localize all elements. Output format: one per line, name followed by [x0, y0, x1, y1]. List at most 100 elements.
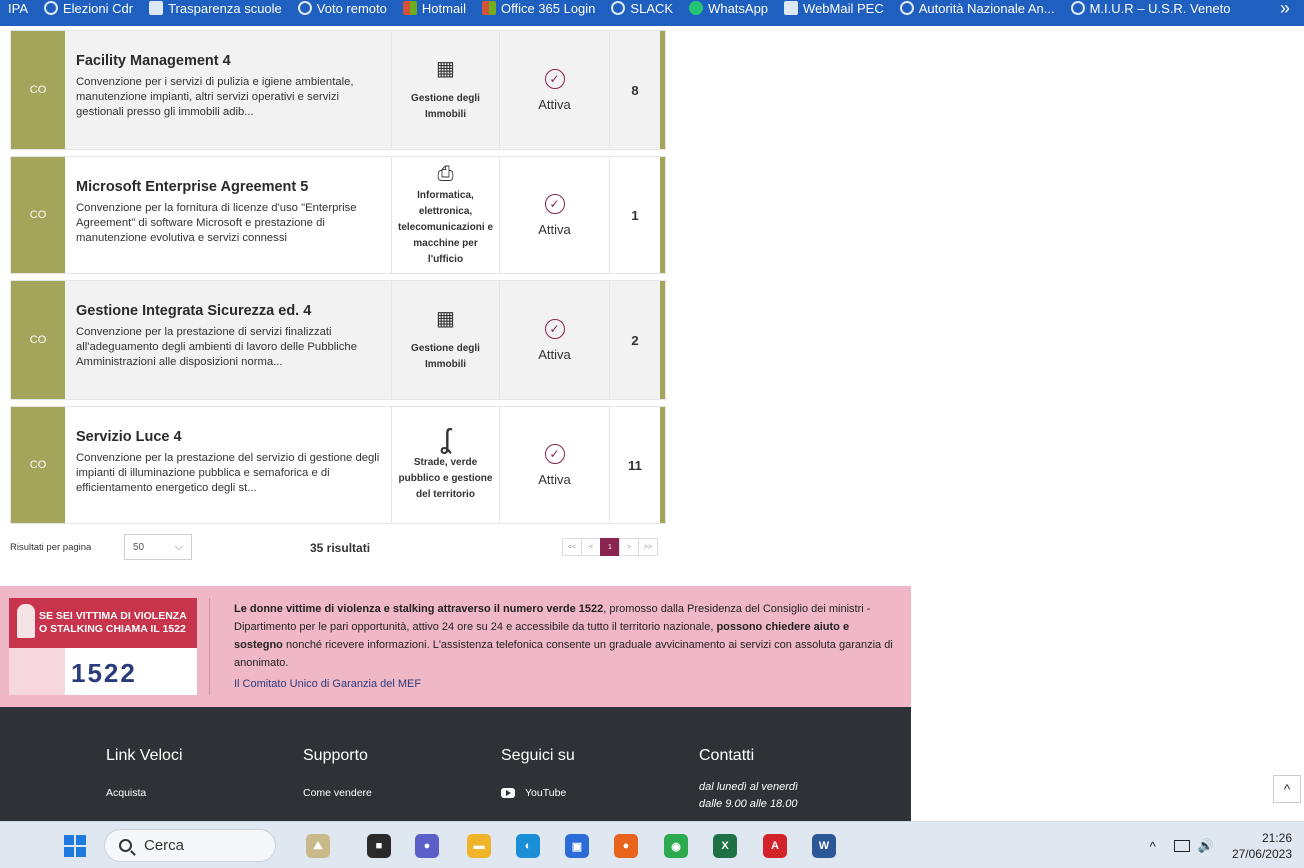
footer-col-contatti: Contatti dal lunedì al venerdì dalle 9.0… — [699, 747, 798, 813]
category-label: Gestione degli Immobili — [411, 93, 480, 120]
antiviolenza-banner: SE SEI VITTIMA DI VIOLENZA O STALKING CH… — [0, 586, 911, 707]
bookmark-office365[interactable]: Office 365 Login — [474, 0, 603, 21]
globe-icon — [1070, 1, 1085, 15]
poster-1522[interactable]: SE SEI VITTIMA DI VIOLENZA O STALKING CH… — [9, 598, 197, 695]
bookmark-webmail-pec[interactable]: WebMail PEC — [776, 0, 892, 21]
firefox-icon[interactable]: ● — [614, 834, 638, 858]
status-label: Attiva — [538, 346, 571, 362]
chrome-icon[interactable]: ◉ — [664, 834, 688, 858]
category-cell: ▦ Gestione degli Immobili — [391, 31, 499, 149]
bookmark-label: Voto remoto — [316, 0, 387, 16]
card-body: Facility Management 4 Convenzione per i … — [65, 31, 391, 149]
edge-icon[interactable]: ◐ — [516, 834, 540, 858]
next-page-button[interactable]: > — [619, 538, 639, 556]
start-button[interactable] — [64, 835, 86, 857]
taskbar-search[interactable]: Cerca — [104, 829, 276, 862]
store-icon[interactable]: ▣ — [565, 834, 589, 858]
network-icon[interactable] — [1173, 840, 1190, 852]
per-page-select[interactable]: 50 ⌵ — [124, 534, 192, 560]
card-body: Microsoft Enterprise Agreement 5 Convenz… — [65, 157, 391, 273]
bookmark-trasparenza[interactable]: Trasparenza scuole — [141, 0, 290, 21]
file-explorer-icon[interactable]: ▬ — [467, 834, 491, 858]
bookmark-label: Trasparenza scuole — [168, 0, 282, 16]
bookmark-label: WebMail PEC — [803, 0, 884, 16]
bookmark-elezioni[interactable]: Elezioni Cdr — [36, 0, 141, 21]
bookmark-miur[interactable]: M.I.U.R – U.S.R. Veneto — [1063, 0, 1239, 21]
bookmarks-more-button[interactable]: » — [1266, 0, 1304, 19]
bookmark-slack[interactable]: SLACK — [603, 0, 681, 21]
type-tag: CO — [11, 281, 65, 399]
word-icon[interactable]: W — [812, 834, 836, 858]
contact-hours-days: dal lunedì al venerdì — [699, 781, 799, 793]
chevron-down-icon: ⌵ — [174, 540, 183, 553]
bookmark-label: Hotmail — [421, 0, 466, 16]
acrobat-icon[interactable]: A — [763, 834, 787, 858]
clock-time: 21:26 — [1261, 831, 1292, 845]
per-page-value: 50 — [133, 541, 145, 553]
status-cell: ✓ Attiva — [499, 31, 609, 149]
category-cell: ʆ Strade, verde pubblico e gestione del … — [391, 407, 499, 523]
bookmark-anac[interactable]: Autorità Nazionale An... — [892, 0, 1063, 21]
card-title[interactable]: Servizio Luce 4 — [76, 429, 381, 445]
status-cell: ✓ Attiva — [499, 281, 609, 399]
card-description: Convenzione per la prestazione di serviz… — [76, 326, 357, 368]
search-icon — [119, 839, 132, 852]
footer-link-youtube[interactable]: YouTube — [501, 787, 575, 799]
convenzione-card[interactable]: CO Servizio Luce 4 Convenzione per la pr… — [10, 406, 666, 524]
cug-link[interactable]: Il Comitato Unico di Garanzia del MEF — [234, 678, 421, 690]
bookmark-voto-remoto[interactable]: Voto remoto — [290, 0, 395, 21]
mail-icon — [784, 1, 799, 15]
card-description: Convenzione per la fornitura di licenze … — [76, 202, 357, 244]
footer-link-come-vendere[interactable]: Come vendere — [303, 787, 372, 799]
card-title[interactable]: Microsoft Enterprise Agreement 5 — [76, 179, 381, 195]
convenzione-card[interactable]: CO Facility Management 4 Convenzione per… — [10, 30, 666, 150]
clock[interactable]: 21:26 27/06/2023 — [1232, 830, 1292, 862]
page-root: IPA Elezioni Cdr Trasparenza scuole Voto… — [0, 0, 1304, 868]
banner-divider — [209, 598, 210, 695]
bookmark-ipa[interactable]: IPA — [0, 0, 36, 21]
ms-icon — [402, 1, 417, 15]
status-label: Attiva — [538, 471, 571, 487]
bookmark-label: M.I.U.R – U.S.R. Veneto — [1089, 0, 1231, 16]
search-placeholder: Cerca — [144, 837, 185, 854]
category-label: Informatica, elettronica, telecomunicazi… — [397, 190, 494, 265]
bookmark-whatsapp[interactable]: WhatsApp — [681, 0, 776, 21]
taskview-icon[interactable]: ■ — [367, 834, 391, 858]
landscape-app-icon[interactable]: ⛰ — [306, 834, 330, 858]
card-title[interactable]: Facility Management 4 — [76, 53, 381, 69]
scroll-top-button[interactable]: ^ — [1273, 775, 1301, 803]
school-icon — [149, 1, 164, 15]
card-description: Convenzione per i servizi di pulizia e i… — [76, 76, 354, 118]
footer-heading: Link Veloci — [106, 747, 183, 764]
convenzione-card[interactable]: CO Microsoft Enterprise Agreement 5 Conv… — [10, 156, 666, 274]
excel-icon[interactable]: X — [713, 834, 737, 858]
card-title[interactable]: Gestione Integrata Sicurezza ed. 4 — [76, 303, 381, 319]
clock-date: 27/06/2023 — [1231, 847, 1292, 861]
youtube-label: YouTube — [525, 787, 567, 799]
footer-link-acquista[interactable]: Acquista — [106, 787, 183, 799]
convenzione-card[interactable]: CO Gestione Integrata Sicurezza ed. 4 Co… — [10, 280, 666, 400]
chat-icon[interactable]: ● — [415, 834, 439, 858]
page-button-current[interactable]: 1 — [600, 538, 620, 556]
last-page-button[interactable]: >> — [638, 538, 658, 556]
accent-bar — [660, 31, 665, 149]
prev-page-button[interactable]: < — [581, 538, 601, 556]
check-circle-icon: ✓ — [544, 318, 565, 339]
tray-overflow-icon[interactable]: ^ — [1150, 839, 1156, 854]
vote-icon — [44, 1, 58, 15]
volume-icon[interactable]: 🔊 — [1198, 838, 1214, 854]
globe-icon — [611, 1, 626, 15]
bookmark-hotmail[interactable]: Hotmail — [395, 0, 474, 21]
category-cell: ⎙ Informatica, elettronica, telecomunica… — [391, 157, 499, 273]
footer-heading: Supporto — [303, 747, 368, 764]
results-count: 35 risultati — [310, 541, 371, 555]
card-body: Servizio Luce 4 Convenzione per la prest… — [65, 407, 391, 523]
printer-icon: ⎙ — [437, 163, 454, 185]
footer-col-link-veloci: Link Veloci Acquista — [106, 747, 183, 799]
category-label: Strade, verde pubblico e gestione del te… — [398, 457, 493, 500]
poster-text: SE SEI VITTIMA DI VIOLENZA O STALKING CH… — [39, 610, 187, 635]
check-circle-icon: ✓ — [544, 68, 565, 89]
convenzioni-list: CO Facility Management 4 Convenzione per… — [10, 30, 666, 530]
first-page-button[interactable]: << — [562, 538, 582, 556]
banner-text-part: nonché ricevere informazioni. L'assisten… — [234, 639, 893, 669]
